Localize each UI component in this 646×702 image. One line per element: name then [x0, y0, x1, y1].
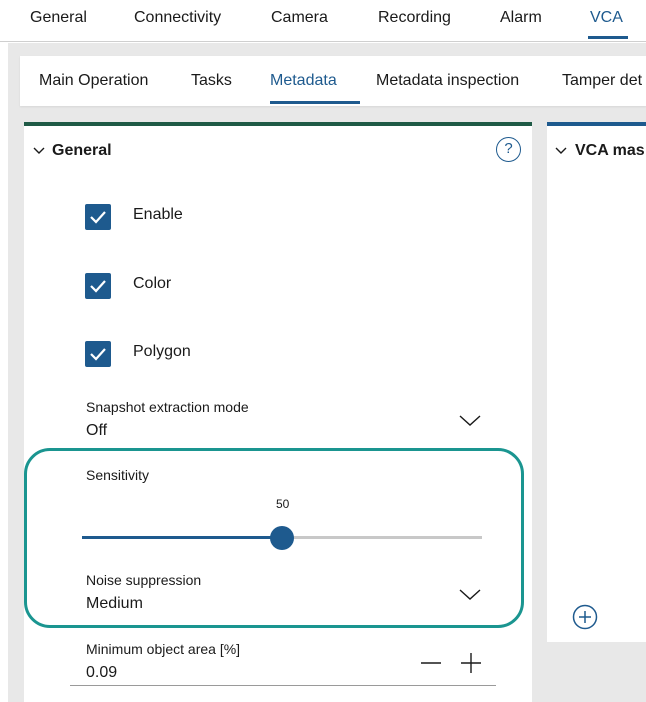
- sensitivity-label: Sensitivity: [86, 467, 150, 483]
- sensitivity-value: 50: [276, 497, 290, 511]
- sub-tab-bar: Main Operation Tasks Metadata Metadata i…: [20, 56, 646, 106]
- subtab-tamper-detection[interactable]: Tamper det: [562, 72, 642, 90]
- add-circle-icon[interactable]: [572, 604, 598, 630]
- chevron-down-icon[interactable]: [33, 147, 45, 155]
- subtab-tasks[interactable]: Tasks: [191, 72, 232, 90]
- noise-suppression-label: Noise suppression: [86, 572, 202, 588]
- min-object-area-value[interactable]: 0.09: [86, 664, 117, 682]
- min-object-area-underline: [70, 685, 496, 686]
- enable-label: Enable: [133, 206, 183, 223]
- sensitivity-slider-fill: [82, 536, 282, 539]
- chevron-down-icon[interactable]: [555, 147, 567, 155]
- help-icon[interactable]: ?: [496, 137, 521, 162]
- check-icon: [90, 211, 106, 224]
- general-section-title[interactable]: General: [52, 142, 112, 160]
- tab-vca[interactable]: VCA: [590, 9, 623, 27]
- tab-camera[interactable]: Camera: [271, 9, 328, 27]
- tab-general[interactable]: General: [30, 9, 87, 27]
- subtab-metadata-inspection[interactable]: Metadata inspection: [376, 72, 519, 90]
- chevron-down-icon[interactable]: [458, 414, 482, 428]
- tab-connectivity[interactable]: Connectivity: [134, 9, 221, 27]
- snapshot-mode-value[interactable]: Off: [86, 422, 107, 440]
- vca-mask-section-title[interactable]: VCA mas: [575, 142, 645, 160]
- noise-suppression-value[interactable]: Medium: [86, 595, 143, 613]
- color-checkbox[interactable]: [85, 273, 111, 299]
- top-tab-bar: General Connectivity Camera Recording Al…: [0, 0, 646, 42]
- check-icon: [90, 348, 106, 361]
- snapshot-mode-label: Snapshot extraction mode: [86, 399, 249, 415]
- sensitivity-slider-thumb[interactable]: [270, 526, 294, 550]
- polygon-checkbox[interactable]: [85, 341, 111, 367]
- active-tab-indicator: [588, 36, 628, 39]
- check-icon: [90, 280, 106, 293]
- subtab-main-operation[interactable]: Main Operation: [39, 72, 148, 90]
- polygon-label: Polygon: [133, 343, 191, 360]
- active-subtab-indicator: [270, 101, 360, 104]
- chevron-down-icon[interactable]: [458, 588, 482, 602]
- minus-icon[interactable]: [420, 652, 442, 674]
- vca-mask-panel: [547, 122, 646, 642]
- enable-checkbox[interactable]: [85, 204, 111, 230]
- plus-icon[interactable]: [460, 652, 482, 674]
- color-label: Color: [133, 275, 172, 292]
- subtab-metadata[interactable]: Metadata: [270, 72, 337, 90]
- tab-alarm[interactable]: Alarm: [500, 9, 542, 27]
- tab-recording[interactable]: Recording: [378, 9, 451, 27]
- min-object-area-label: Minimum object area [%]: [86, 641, 241, 657]
